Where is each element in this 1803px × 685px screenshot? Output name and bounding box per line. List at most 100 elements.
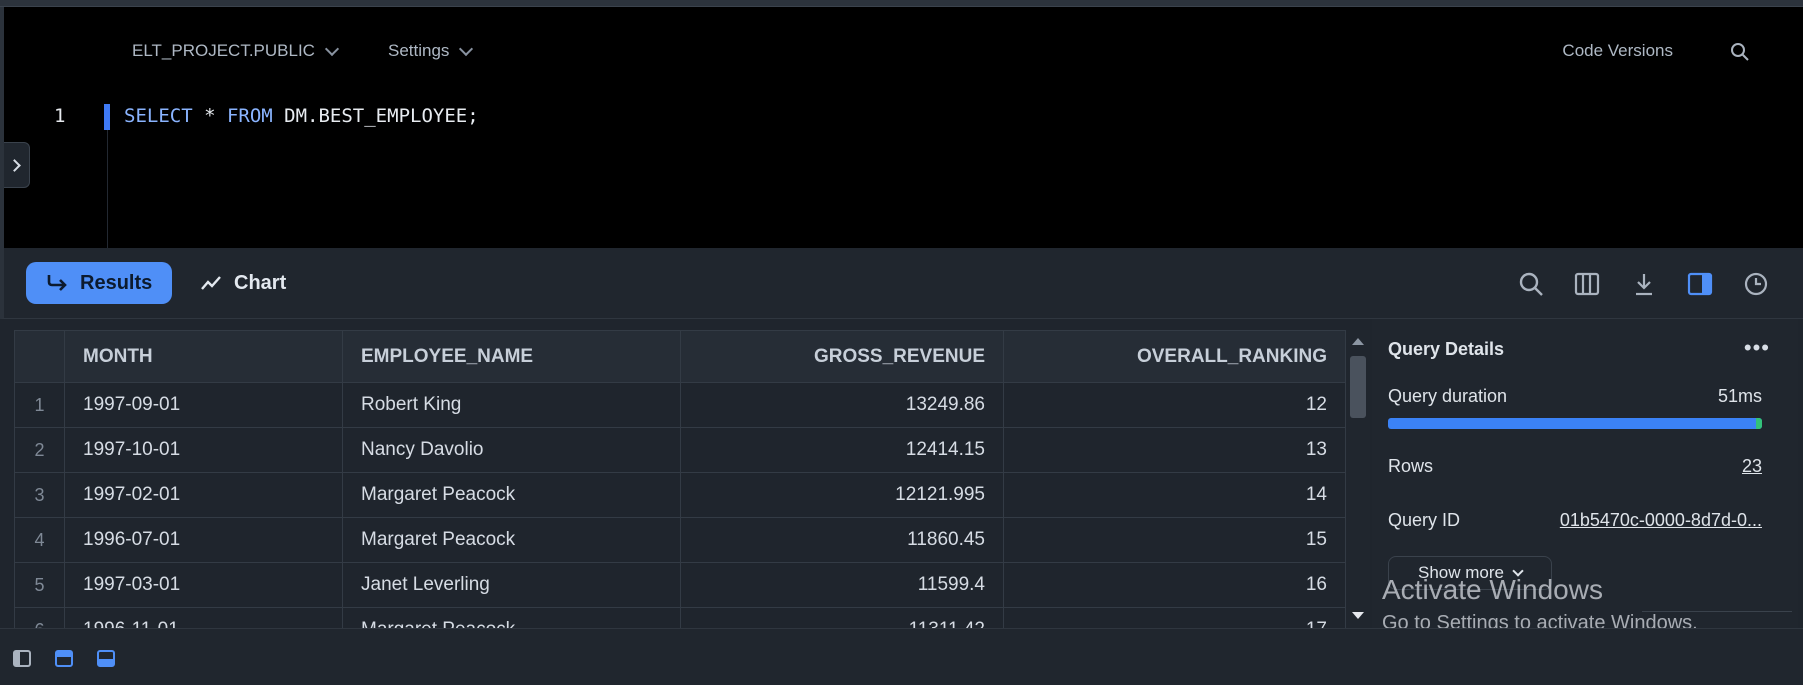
layout-editor-icon[interactable] — [55, 650, 73, 667]
layout-results-icon[interactable] — [97, 650, 115, 667]
column-header-month[interactable]: MONTH — [64, 330, 343, 383]
window-top-border — [0, 0, 1803, 7]
settings-dropdown[interactable]: Settings — [388, 41, 474, 61]
chevron-down-icon — [324, 41, 340, 56]
row-index: 1 — [14, 382, 65, 428]
line-number: 1 — [54, 105, 66, 127]
row-index: 3 — [14, 472, 65, 518]
cell-employee-name[interactable]: Margaret Peacock — [342, 517, 681, 563]
cell-gross-revenue[interactable]: 13249.86 — [680, 382, 1004, 428]
show-more-button[interactable]: Show more — [1388, 556, 1552, 590]
code-versions-button[interactable]: Code Versions — [1562, 41, 1673, 61]
cell-employee-name[interactable]: Robert King — [342, 382, 681, 428]
cell-overall-ranking[interactable]: 16 — [1003, 562, 1346, 608]
cell-employee-name[interactable]: Margaret Peacock — [342, 607, 681, 628]
chevron-down-icon — [459, 41, 474, 56]
show-more-label: Show more — [1418, 563, 1504, 582]
table-row[interactable]: 1 1997-09-01 Robert King 13249.86 12 — [14, 382, 1346, 428]
bottom-status-bar — [0, 628, 1803, 685]
cell-overall-ranking[interactable]: 17 — [1003, 607, 1346, 628]
active-line-marker — [104, 104, 110, 130]
table-row[interactable]: 2 1997-10-01 Nancy Davolio 12414.15 13 — [14, 427, 1346, 473]
cell-gross-revenue[interactable]: 12121.995 — [680, 472, 1004, 518]
gutter-divider — [107, 130, 108, 248]
cell-gross-revenue[interactable]: 11860.45 — [680, 517, 1004, 563]
column-header-employee-name[interactable]: EMPLOYEE_NAME — [342, 330, 681, 383]
scroll-up-arrow-icon[interactable] — [1352, 338, 1364, 345]
return-arrow-icon — [47, 275, 67, 291]
cell-gross-revenue[interactable]: 12414.15 — [680, 427, 1004, 473]
column-header-gross-revenue[interactable]: GROSS_REVENUE — [680, 330, 1004, 383]
cell-employee-name[interactable]: Janet Leverling — [342, 562, 681, 608]
query-id-label: Query ID — [1388, 510, 1461, 530]
database-context-selector[interactable]: ELT_PROJECT.PUBLIC — [132, 41, 340, 61]
row-index-header — [14, 330, 65, 383]
rows-label: Rows — [1388, 456, 1434, 476]
cell-employee-name[interactable]: Margaret Peacock — [342, 472, 681, 518]
code-line[interactable]: SELECT * FROM DM.BEST_EMPLOYEE; — [124, 105, 479, 127]
chart-tab[interactable]: Chart — [200, 262, 286, 304]
row-index: 4 — [14, 517, 65, 563]
cell-month[interactable]: 1997-09-01 — [64, 382, 343, 428]
table-row[interactable]: 3 1997-02-01 Margaret Peacock 12121.995 … — [14, 472, 1346, 518]
cell-employee-name[interactable]: Nancy Davolio — [342, 427, 681, 473]
code-star: * — [192, 105, 227, 127]
database-context-label: ELT_PROJECT.PUBLIC — [132, 41, 315, 60]
more-options-icon[interactable]: ••• — [1744, 337, 1770, 359]
query-duration-label: Query duration — [1388, 386, 1508, 406]
query-duration-bar — [1388, 418, 1762, 429]
cell-month[interactable]: 1997-02-01 — [64, 472, 343, 518]
sql-editor[interactable]: ELT_PROJECT.PUBLIC Settings Code Version… — [0, 7, 1803, 248]
layout-sidebar-icon[interactable] — [13, 650, 31, 667]
table-vertical-scrollbar[interactable] — [1346, 330, 1370, 628]
column-header-overall-ranking[interactable]: OVERALL_RANKING — [1003, 330, 1346, 383]
query-details-panel: Query Details ••• Query duration 51ms Ro… — [1372, 319, 1798, 628]
row-index: 5 — [14, 562, 65, 608]
panel-divider — [1642, 611, 1792, 612]
cell-month[interactable]: 1997-03-01 — [64, 562, 343, 608]
chevron-down-icon — [1512, 565, 1524, 577]
results-grid[interactable]: MONTH EMPLOYEE_NAME GROSS_REVENUE OVERAL… — [14, 330, 1371, 628]
search-icon[interactable] — [1729, 41, 1751, 63]
cell-gross-revenue[interactable]: 11311.42 — [680, 607, 1004, 628]
expand-sidebar-button[interactable] — [4, 142, 30, 188]
query-details-title: Query Details — [1388, 339, 1505, 359]
cell-overall-ranking[interactable]: 13 — [1003, 427, 1346, 473]
scroll-down-arrow-icon[interactable] — [1352, 612, 1364, 619]
cell-month[interactable]: 1996-07-01 — [64, 517, 343, 563]
cell-gross-revenue[interactable]: 11599.4 — [680, 562, 1004, 608]
row-index: 6 — [14, 607, 65, 628]
download-icon[interactable] — [1630, 270, 1658, 298]
side-panel-icon[interactable] — [1686, 270, 1714, 298]
table-row[interactable]: 5 1997-03-01 Janet Leverling 11599.4 16 — [14, 562, 1346, 608]
chart-tab-label: Chart — [234, 271, 287, 294]
results-toolbar: Results Chart — [0, 248, 1803, 319]
scrollbar-thumb[interactable] — [1350, 356, 1366, 418]
search-icon[interactable] — [1517, 270, 1545, 298]
cell-month[interactable]: 1997-10-01 — [64, 427, 343, 473]
query-id-link[interactable]: 01b5470c-0000-8d7d-0... — [1560, 510, 1762, 531]
cell-overall-ranking[interactable]: 15 — [1003, 517, 1346, 563]
settings-label: Settings — [388, 41, 450, 60]
results-tab[interactable]: Results — [26, 262, 172, 304]
history-clock-icon[interactable] — [1742, 270, 1770, 298]
results-table: MONTH EMPLOYEE_NAME GROSS_REVENUE OVERAL… — [14, 330, 1346, 628]
line-chart-icon — [201, 276, 221, 290]
row-index: 2 — [14, 427, 65, 473]
table-header-row: MONTH EMPLOYEE_NAME GROSS_REVENUE OVERAL… — [14, 330, 1346, 383]
editor-toolbar: ELT_PROJECT.PUBLIC Settings Code Version… — [4, 7, 1803, 67]
table-row[interactable]: 6 1996-11-01 Margaret Peacock 11311.42 1… — [14, 607, 1346, 628]
results-tab-label: Results — [80, 271, 153, 294]
code-table-ref: DM.BEST_EMPLOYEE; — [272, 105, 479, 127]
columns-icon[interactable] — [1573, 270, 1601, 298]
table-row[interactable]: 4 1996-07-01 Margaret Peacock 11860.45 1… — [14, 517, 1346, 563]
query-duration-value: 51ms — [1717, 386, 1762, 406]
query-duration-bar-fill — [1388, 418, 1762, 429]
rows-count-link[interactable]: 23 — [1742, 456, 1762, 477]
cell-month[interactable]: 1996-11-01 — [64, 607, 343, 628]
chevron-right-icon — [8, 158, 21, 172]
cell-overall-ranking[interactable]: 12 — [1003, 382, 1346, 428]
cell-overall-ranking[interactable]: 14 — [1003, 472, 1346, 518]
keyword-from: FROM — [226, 105, 273, 127]
keyword-select: SELECT — [124, 105, 193, 127]
